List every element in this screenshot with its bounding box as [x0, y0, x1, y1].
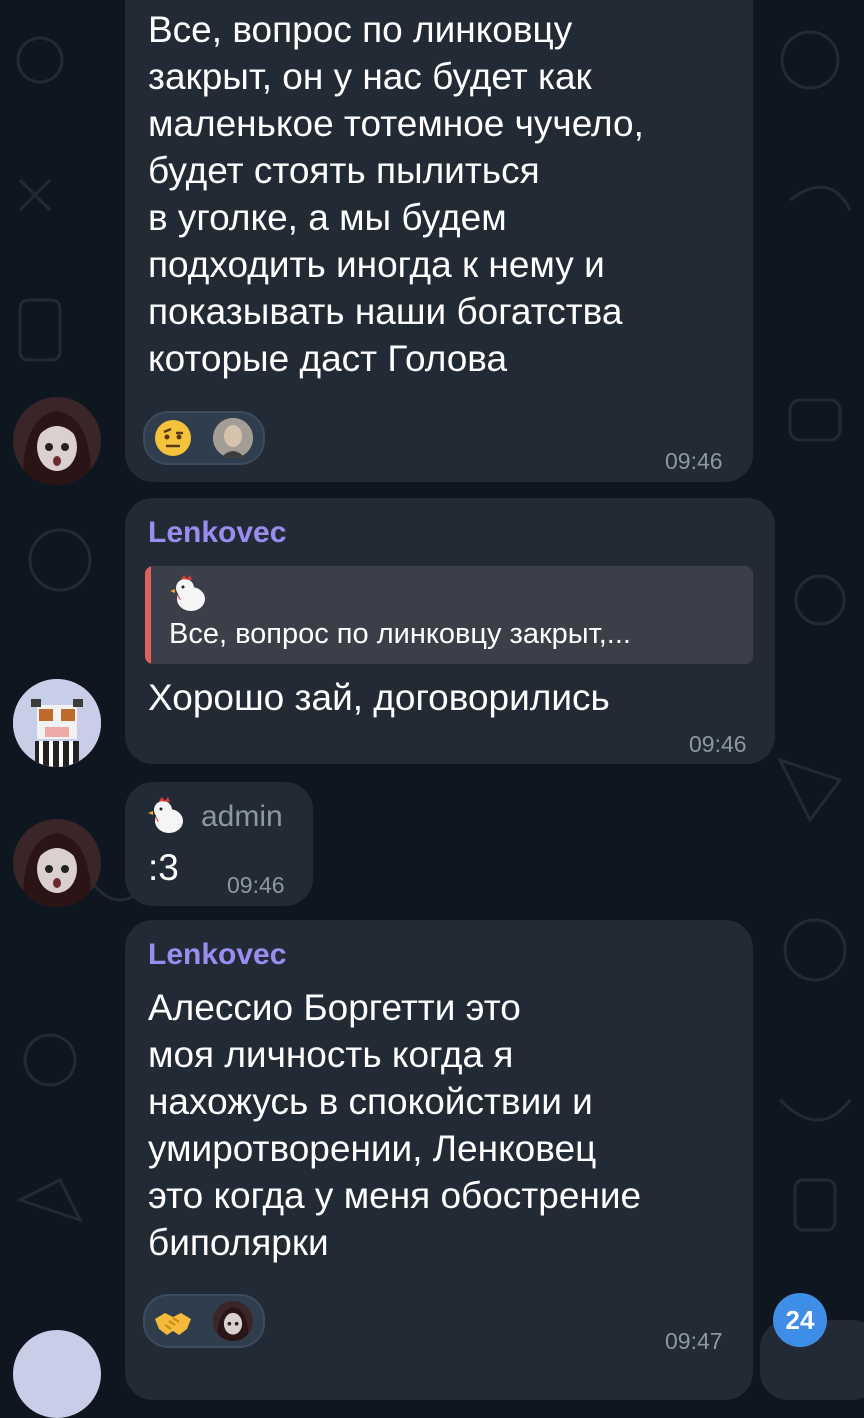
- pixel-cow-avatar-icon: [13, 679, 101, 767]
- sender-name[interactable]: Lenkovec: [148, 516, 286, 550]
- message-bubble[interactable]: Lenkovec Все, вопрос по линковцу закрыт,…: [125, 498, 775, 764]
- raised-eyebrow-emoji-icon: [153, 418, 193, 458]
- avatar[interactable]: [13, 819, 101, 907]
- anime-girl-avatar-icon: [13, 397, 101, 485]
- reactions-bar[interactable]: [143, 411, 265, 465]
- chicken-emoji-icon: [169, 574, 209, 619]
- sender-name[interactable]: Lenkovec: [148, 938, 286, 972]
- message-time: 09:47: [665, 1328, 723, 1354]
- avatar[interactable]: [13, 397, 101, 485]
- user-avatar-reaction-icon: [213, 418, 253, 458]
- reply-quote[interactable]: Все, вопрос по линковцу закрыт,...: [145, 566, 753, 664]
- avatar[interactable]: [13, 679, 101, 767]
- message-time: 09:46: [665, 448, 723, 474]
- message-time: 09:46: [227, 872, 285, 898]
- quote-bar: [145, 566, 151, 664]
- admin-badge: admin: [201, 800, 283, 833]
- chicken-emoji-icon: [147, 796, 187, 841]
- message-bubble[interactable]: admin :3 09:46: [125, 782, 313, 906]
- message-text: Алессио Боргетти это моя личность когда …: [148, 987, 642, 1263]
- message-bubble[interactable]: Lenkovec Алессио Боргетти это моя личнос…: [125, 920, 753, 1400]
- message-text: Хорошо зай, договорились: [148, 677, 610, 718]
- message-time: 09:46: [689, 731, 747, 757]
- avatar[interactable]: [13, 1330, 101, 1418]
- message-bubble[interactable]: Все, вопрос по линковцу закрыт, он у нас…: [125, 0, 753, 482]
- quote-text: Все, вопрос по линковцу закрыт,...: [169, 618, 631, 650]
- reactions-bar[interactable]: [143, 1294, 265, 1348]
- message-text: :3: [148, 847, 179, 888]
- unread-count-badge[interactable]: 24: [773, 1293, 827, 1347]
- user-avatar-reaction-icon: [213, 1301, 253, 1341]
- anime-girl-avatar-icon: [13, 819, 101, 907]
- message-text: Все, вопрос по линковцу закрыт, он у нас…: [148, 9, 644, 379]
- handshake-emoji-icon: [153, 1301, 193, 1341]
